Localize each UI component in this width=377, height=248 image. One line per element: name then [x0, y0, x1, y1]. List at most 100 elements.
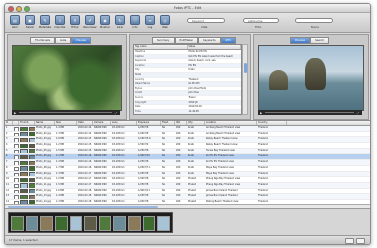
play-icon[interactable]: ▶ [260, 111, 262, 115]
tag-value[interactable]: Phi Phi [188, 64, 242, 68]
tag-value[interactable]: 11:42:05 [188, 110, 242, 114]
view-select[interactable]: Keyword [187, 18, 225, 23]
thumbnail [20, 177, 28, 182]
row-checkbox[interactable] [14, 149, 19, 154]
tab-summary[interactable]: Summary [152, 37, 175, 44]
play-icon[interactable]: ▶ [14, 111, 16, 115]
row-checkbox[interactable] [14, 144, 19, 148]
fullscreen-icon[interactable]: ⤢ [357, 111, 359, 115]
zoom-out-button[interactable] [345, 238, 354, 244]
filmstrip-thumbnail[interactable] [98, 216, 112, 231]
filmstrip-thumbnail[interactable] [142, 216, 156, 231]
tag-value[interactable]: Krabi [188, 68, 242, 72]
row-checkbox[interactable] [14, 155, 19, 160]
metadata-scrollbar[interactable] [242, 44, 248, 115]
column-header[interactable]: City [187, 121, 205, 125]
tag-value[interactable]: island, beach, rock, sea [188, 59, 242, 63]
zoom-in-button[interactable] [356, 238, 365, 244]
cell-date: 2010-02-18 [78, 188, 92, 192]
tab-preview[interactable]: Preview [290, 37, 311, 44]
tool-salvar-button[interactable]: ▣ Salvar [24, 15, 36, 29]
tag-value[interactable]: John Doe Photo [188, 87, 242, 91]
column-header[interactable]: Tag name [134, 45, 188, 49]
filmstrip-thumbnail[interactable] [11, 216, 24, 231]
tag-value[interactable]: Thailand [188, 78, 242, 82]
tag-value[interactable] [188, 73, 242, 77]
seek-slider[interactable] [265, 112, 354, 113]
column-header[interactable]: Value [188, 45, 241, 49]
filmstrip-thumbnail[interactable] [54, 216, 68, 231]
row-checkbox[interactable] [14, 195, 19, 199]
filmstrip-thumbnail[interactable] [25, 216, 39, 231]
metadata-row[interactable]: CategoryTRV [134, 114, 241, 115]
column-header[interactable]: ISO [175, 121, 187, 125]
column-header[interactable]: Country [257, 121, 287, 125]
search-field[interactable] [295, 18, 333, 23]
tool-metadata-button[interactable]: ✎ Metadata [39, 15, 51, 29]
tool-renomear-button[interactable]: ✐ Renomear [83, 15, 97, 29]
row-checkbox[interactable] [14, 138, 19, 143]
column-header[interactable]: Location [205, 121, 257, 125]
tool-girar-button[interactable]: ↻ Girar [114, 15, 126, 29]
cell-size: 1.4 MB [56, 160, 64, 164]
tag-value[interactable]: Travel [188, 96, 242, 100]
filmstrip-thumbnail[interactable] [128, 216, 141, 231]
column-header[interactable]: Size [55, 121, 77, 125]
row-checkbox[interactable] [14, 183, 19, 188]
cell-date: 2010-02-17 [78, 177, 92, 181]
tab-keywords[interactable]: Keywords [198, 37, 221, 44]
filmstrip-thumbnail[interactable] [69, 216, 83, 231]
cell-h: Thailand [258, 188, 268, 192]
tag-value[interactable]: 2010 JD [188, 101, 242, 105]
filmstrip-thumbnail[interactable] [157, 216, 171, 231]
row-checkbox[interactable] [14, 166, 19, 171]
column-header[interactable]: Flash [161, 121, 175, 125]
tab-lista[interactable]: Lista [55, 37, 72, 44]
filmstrip-thumbnail[interactable] [84, 216, 97, 231]
tag-name: Copyright [135, 100, 147, 104]
cell-h: Thailand [258, 126, 268, 129]
row-checkbox[interactable] [14, 161, 19, 165]
filter-field[interactable]: pathname [243, 18, 279, 23]
cell-size: 1.6 MB [56, 188, 64, 192]
tag-value[interactable]: John Doe [188, 91, 242, 95]
tag-value[interactable]: Photo Ko Phi Phi [188, 50, 242, 54]
tool-web-button[interactable]: ◎ Web [159, 15, 171, 29]
row-checkbox[interactable] [14, 189, 19, 194]
tab-iptc[interactable]: IPTC [220, 37, 237, 44]
column-header[interactable]: Exposure [137, 121, 161, 125]
row-checkbox[interactable] [14, 127, 19, 131]
tab-preview[interactable]: Preview [71, 37, 92, 44]
seek-slider[interactable] [19, 112, 112, 113]
tab-exif-maker[interactable]: Exif/Maker [174, 37, 199, 44]
column-header[interactable]: Lens [111, 121, 137, 125]
tool-abrir-button[interactable]: ▤ Abrir [9, 15, 21, 29]
column-header[interactable]: # [5, 121, 13, 125]
filmstrip-thumbnail[interactable] [113, 216, 127, 231]
cell-e: 200 [176, 137, 181, 141]
tool-importar-button[interactable]: ⇩ Importar [54, 15, 66, 29]
filmstrip-thumbnail[interactable] [40, 216, 53, 231]
tab-search[interactable]: Search [310, 37, 330, 44]
tag-value[interactable]: Ko Phi Phi [188, 82, 242, 86]
tool-filtrar-button[interactable]: ⚲ Filtrar [69, 15, 81, 29]
row-checkbox[interactable] [14, 172, 19, 177]
tool-info-button[interactable]: ⓘ Info [129, 15, 141, 29]
tag-value[interactable]: TRV [188, 114, 242, 115]
tool-mostrar-button[interactable]: ◉ Mostrar [99, 15, 111, 29]
row-checkbox[interactable] [14, 132, 19, 137]
column-header[interactable]: Camera [93, 121, 111, 125]
column-header[interactable]: Name [35, 121, 55, 125]
tab-thumbnails[interactable]: Thumbnails [30, 37, 56, 44]
column-header[interactable]: Date [77, 121, 93, 125]
cell-d: No [162, 188, 166, 192]
column-header[interactable]: Thumb [19, 121, 35, 125]
row-checkbox[interactable] [14, 178, 19, 182]
fullscreen-icon[interactable]: ⤢ [115, 111, 117, 115]
tag-value[interactable]: 2010:02:16 [188, 105, 242, 109]
tag-value[interactable]: Koh Phi Phi island view from the beach [188, 55, 242, 59]
cell-c: 1/250 f/8 [138, 182, 149, 186]
tool-log-button[interactable]: ≡ Log [144, 15, 156, 29]
tag-name: Date [135, 105, 141, 109]
save-icon: ▣ [25, 15, 35, 25]
